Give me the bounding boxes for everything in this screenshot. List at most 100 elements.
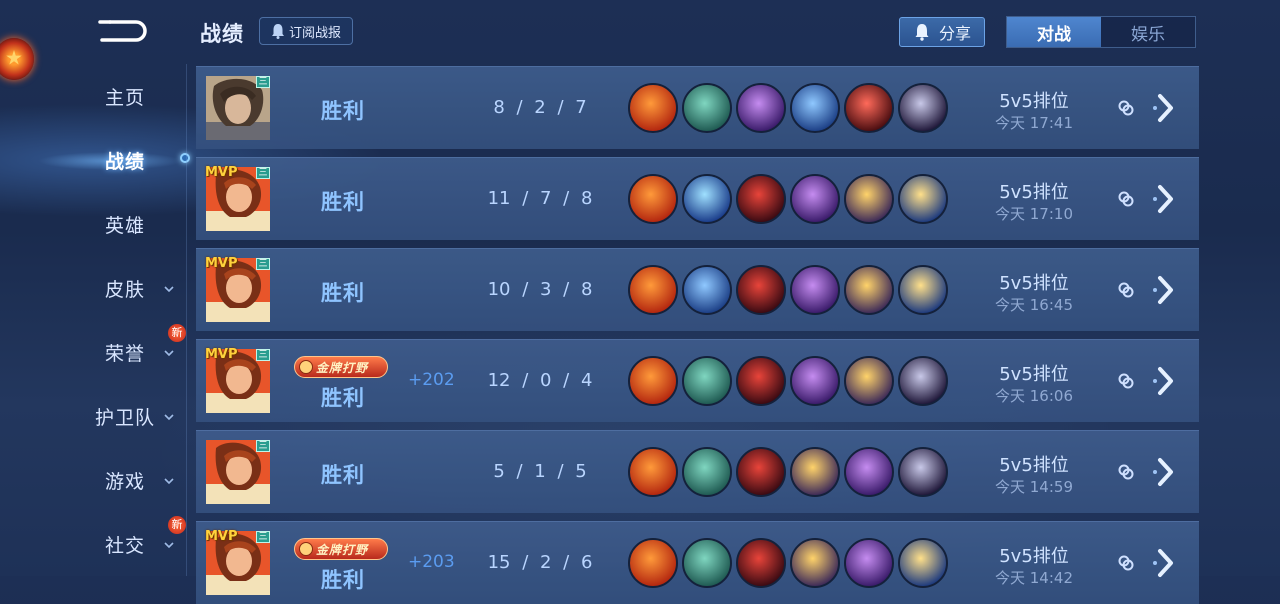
green-boots-item-icon[interactable] bbox=[682, 356, 732, 406]
gold-net-item-icon[interactable] bbox=[790, 447, 840, 497]
purple-axe-item-icon[interactable] bbox=[790, 356, 840, 406]
blue-gold-spear-item-icon[interactable] bbox=[898, 265, 948, 315]
purple-axe-item-icon[interactable] bbox=[790, 265, 840, 315]
match-row[interactable]: 三胜利 5 / 1 / 5 5v5排位 今天 14:59 bbox=[196, 430, 1199, 513]
dark-spear-item-icon[interactable] bbox=[898, 83, 948, 133]
back-button[interactable] bbox=[96, 18, 148, 44]
replay-link-icon[interactable] bbox=[1117, 372, 1135, 390]
event-emblem-icon[interactable] bbox=[0, 38, 34, 80]
sidebar-item-home[interactable]: 主页 bbox=[60, 76, 190, 116]
title-badge-icon bbox=[299, 542, 313, 556]
subscribe-report-button[interactable]: 订阅战报 bbox=[259, 17, 353, 45]
gold-net-item-icon[interactable] bbox=[790, 538, 840, 588]
sidebar: 主页 战绩 英雄 皮肤 荣誉 新 护卫队 游戏 社交 新 bbox=[60, 64, 190, 576]
orange-blade-item-icon[interactable] bbox=[628, 265, 678, 315]
red-wing-item-icon[interactable] bbox=[736, 447, 786, 497]
match-row[interactable]: 三 MVP 金牌打野 +202 胜利 12 / 0 / 4 5v5排位 今天 16:06 bbox=[196, 339, 1199, 422]
match-result: 胜利 bbox=[321, 463, 365, 487]
match-result: 胜利 bbox=[321, 281, 365, 305]
sidebar-item-label: 战绩 bbox=[104, 150, 145, 173]
sidebar-item-records[interactable]: 战绩 bbox=[60, 140, 190, 180]
replay-link-icon[interactable] bbox=[1117, 190, 1135, 208]
chevron-down-icon[interactable] bbox=[164, 284, 174, 294]
gold-net-item-icon[interactable] bbox=[844, 174, 894, 224]
item-build bbox=[628, 447, 948, 497]
replay-link-icon[interactable] bbox=[1117, 463, 1135, 481]
kda-score: 12 / 0 / 4 bbox=[487, 370, 593, 391]
chevron-right-icon[interactable] bbox=[1152, 92, 1178, 124]
back-arrow-icon bbox=[98, 20, 147, 42]
sidebar-item-label: 主页 bbox=[104, 86, 145, 109]
mode-tabs: 对战 娱乐 bbox=[1006, 16, 1196, 48]
green-boots-item-icon[interactable] bbox=[682, 83, 732, 133]
item-build bbox=[628, 265, 948, 315]
chevron-right-icon[interactable] bbox=[1152, 456, 1178, 488]
match-time: 今天 16:06 bbox=[995, 387, 1073, 405]
item-build bbox=[628, 538, 948, 588]
chevron-down-icon[interactable] bbox=[164, 540, 174, 550]
replay-link-icon[interactable] bbox=[1117, 281, 1135, 299]
tab-entertainment[interactable]: 娱乐 bbox=[1101, 17, 1195, 47]
sidebar-item-heroes[interactable]: 英雄 bbox=[60, 204, 190, 244]
share-button[interactable]: 分享 bbox=[899, 17, 985, 47]
red-blade-item-icon[interactable] bbox=[844, 83, 894, 133]
red-wing-item-icon[interactable] bbox=[736, 265, 786, 315]
blue-gold-spear-item-icon[interactable] bbox=[898, 538, 948, 588]
dark-spear-item-icon[interactable] bbox=[898, 356, 948, 406]
match-row[interactable]: 三 MVP 胜利 11 / 7 / 8 5v5排位 今天 17:10 bbox=[196, 157, 1199, 240]
chevron-down-icon[interactable] bbox=[164, 476, 174, 486]
rank-badge: 三 bbox=[256, 531, 270, 543]
match-row[interactable]: 三 MVP 胜利 10 / 3 / 8 5v5排位 今天 16:45 bbox=[196, 248, 1199, 331]
purple-axe-item-icon[interactable] bbox=[844, 538, 894, 588]
purple-axe-item-icon[interactable] bbox=[844, 447, 894, 497]
blue-spear-item-icon[interactable] bbox=[790, 83, 840, 133]
purple-axe-item-icon[interactable] bbox=[736, 83, 786, 133]
rank-badge: 三 bbox=[256, 167, 270, 179]
new-badge: 新 bbox=[168, 324, 186, 342]
sidebar-item-label: 皮肤 bbox=[104, 278, 145, 301]
item-build bbox=[628, 174, 948, 224]
mvp-label: MVP bbox=[205, 256, 238, 271]
kda-score: 5 / 1 / 5 bbox=[493, 461, 587, 482]
tab-battle[interactable]: 对战 bbox=[1007, 17, 1101, 47]
chevron-down-icon[interactable] bbox=[164, 412, 174, 422]
replay-link-icon[interactable] bbox=[1117, 554, 1135, 572]
dark-spear-item-icon[interactable] bbox=[898, 447, 948, 497]
match-time: 今天 17:10 bbox=[995, 205, 1073, 223]
blue-armor-item-icon[interactable] bbox=[682, 174, 732, 224]
subscribe-report-label: 订阅战报 bbox=[288, 25, 341, 41]
bell-icon bbox=[271, 24, 284, 39]
chevron-right-icon[interactable] bbox=[1152, 547, 1178, 579]
chevron-right-icon[interactable] bbox=[1152, 183, 1178, 215]
blue-spear-item-icon[interactable] bbox=[682, 265, 732, 315]
green-boots-item-icon[interactable] bbox=[682, 538, 732, 588]
blue-gold-spear-item-icon[interactable] bbox=[898, 174, 948, 224]
orange-blade-item-icon[interactable] bbox=[628, 356, 678, 406]
orange-blade-item-icon[interactable] bbox=[628, 174, 678, 224]
orange-blade-item-icon[interactable] bbox=[628, 538, 678, 588]
gold-net-item-icon[interactable] bbox=[844, 265, 894, 315]
match-result: 胜利 bbox=[321, 190, 365, 214]
chevron-right-icon[interactable] bbox=[1152, 274, 1178, 306]
orange-blade-item-icon[interactable] bbox=[628, 83, 678, 133]
red-wing-item-icon[interactable] bbox=[736, 174, 786, 224]
rank-badge: 三 bbox=[256, 349, 270, 361]
gold-net-item-icon[interactable] bbox=[844, 356, 894, 406]
chevron-down-icon[interactable] bbox=[164, 348, 174, 358]
replay-link-icon[interactable] bbox=[1117, 99, 1135, 117]
match-row[interactable]: 三 MVP 金牌打野 +203 胜利 15 / 2 / 6 5v5排位 今天 14:42 bbox=[196, 521, 1199, 604]
item-build bbox=[628, 356, 948, 406]
chevron-right-icon[interactable] bbox=[1152, 365, 1178, 397]
match-time: 今天 14:59 bbox=[995, 478, 1073, 496]
green-boots-item-icon[interactable] bbox=[682, 447, 732, 497]
red-wing-item-icon[interactable] bbox=[736, 538, 786, 588]
sidebar-item-label: 荣誉 bbox=[104, 342, 145, 365]
match-row[interactable]: 三胜利 8 / 2 / 7 5v5排位 今天 17:41 bbox=[196, 66, 1199, 149]
purple-axe-item-icon[interactable] bbox=[790, 174, 840, 224]
red-wing-item-icon[interactable] bbox=[736, 356, 786, 406]
sidebar-item-label: 游戏 bbox=[104, 470, 145, 493]
kda-score: 8 / 2 / 7 bbox=[493, 97, 587, 118]
match-mode: 5v5排位 bbox=[999, 455, 1069, 476]
orange-blade-item-icon[interactable] bbox=[628, 447, 678, 497]
sidebar-item-label: 护卫队 bbox=[94, 406, 155, 429]
